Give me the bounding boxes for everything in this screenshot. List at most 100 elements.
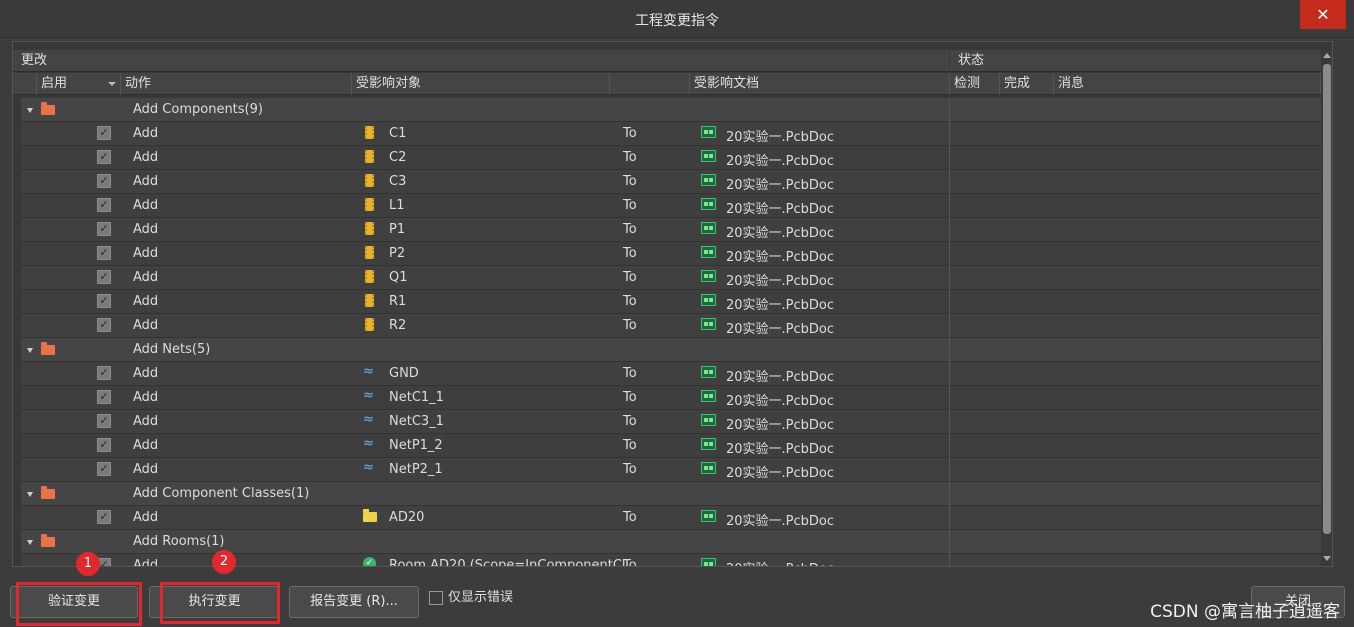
group-row-components[interactable]: Add Components(9) xyxy=(21,98,1321,122)
object-cell: C2 xyxy=(389,150,407,165)
dialog-footer: 验证变更 1 执行变更 2 报告变更 (R)... 仅显示错误 关闭 CSDN … xyxy=(0,550,1354,627)
column-header-enable-label: 启用 xyxy=(41,76,68,91)
column-header-action[interactable]: 动作 xyxy=(121,73,352,95)
to-cell: To xyxy=(623,126,637,141)
table-row[interactable]: ✓ Add C2 To 20实验一.PcbDoc xyxy=(21,146,1321,170)
status-cell xyxy=(949,482,1321,506)
table-row[interactable]: ✓ Add C3 To 20实验一.PcbDoc xyxy=(21,170,1321,194)
pcb-document-icon xyxy=(701,558,716,566)
table-row[interactable]: ✓ Add L1 To 20实验一.PcbDoc xyxy=(21,194,1321,218)
enable-checkbox[interactable]: ✓ xyxy=(97,510,111,524)
group-label: Add Nets(5) xyxy=(133,342,211,357)
table-row[interactable]: ✓ Add R2 To 20实验一.PcbDoc xyxy=(21,314,1321,338)
object-cell: P1 xyxy=(389,222,406,237)
object-cell: R2 xyxy=(389,318,407,333)
table-row[interactable]: ✓ Add ≈ NetC1_1 To 20实验一.PcbDoc xyxy=(21,386,1321,410)
table-row[interactable]: ✓ Add P1 To 20实验一.PcbDoc xyxy=(21,218,1321,242)
net-icon: ≈ xyxy=(363,412,374,427)
net-icon: ≈ xyxy=(363,364,374,379)
table-row[interactable]: ✓ Add ≈ NetC3_1 To 20实验一.PcbDoc xyxy=(21,410,1321,434)
to-cell: To xyxy=(623,438,637,453)
enable-checkbox[interactable]: ✓ xyxy=(97,222,111,236)
action-cell: Add xyxy=(133,318,159,333)
report-changes-button[interactable]: 报告变更 (R)... xyxy=(289,586,419,618)
scrollbar-thumb[interactable] xyxy=(1323,64,1331,534)
enable-checkbox[interactable]: ✓ xyxy=(97,174,111,188)
group-row-component-classes[interactable]: Add Component Classes(1) xyxy=(21,482,1321,506)
status-cell xyxy=(949,362,1321,386)
status-cell xyxy=(949,386,1321,410)
column-header-enable[interactable]: 启用 xyxy=(37,73,121,95)
document-cell: 20实验一.PcbDoc xyxy=(726,322,835,337)
column-header-check[interactable]: 检测 xyxy=(950,73,1000,95)
object-cell: AD20 xyxy=(389,510,425,525)
table-row[interactable]: ✓ Add ≈ NetP1_2 To 20实验一.PcbDoc xyxy=(21,434,1321,458)
checkbox-box[interactable] xyxy=(429,591,443,605)
action-cell: Add xyxy=(133,558,159,567)
document-cell: 20实验一.PcbDoc xyxy=(726,394,835,409)
table-row[interactable]: ✓ Add P2 To 20实验一.PcbDoc xyxy=(21,242,1321,266)
enable-checkbox[interactable]: ✓ xyxy=(97,150,111,164)
collapse-arrow-icon[interactable] xyxy=(27,348,33,353)
enable-checkbox[interactable]: ✓ xyxy=(97,198,111,212)
net-icon: ≈ xyxy=(363,460,374,475)
column-header-affected-document[interactable]: 受影响文档 xyxy=(690,73,950,95)
object-cell: C3 xyxy=(389,174,407,189)
to-cell: To xyxy=(623,390,637,405)
column-header-done[interactable]: 完成 xyxy=(1000,73,1054,95)
table-row[interactable]: ✓ Add AD20 To 20实验一.PcbDoc xyxy=(21,506,1321,530)
table-row[interactable]: ✓ Add R1 To 20实验一.PcbDoc xyxy=(21,290,1321,314)
table-row[interactable]: ✓ Add ≈ GND To 20实验一.PcbDoc xyxy=(21,362,1321,386)
highlight-box-execute xyxy=(160,582,280,624)
pcb-document-icon xyxy=(701,294,716,306)
collapse-arrow-icon[interactable] xyxy=(27,492,33,497)
component-icon xyxy=(363,293,379,309)
enable-checkbox[interactable]: ✓ xyxy=(97,462,111,476)
status-cell xyxy=(949,290,1321,314)
action-cell: Add xyxy=(133,510,159,525)
column-header-affected-object[interactable]: 受影响对象 xyxy=(352,73,610,95)
to-cell: To xyxy=(623,174,637,189)
pcb-document-icon xyxy=(701,126,716,138)
group-header-status: 状态 xyxy=(950,50,1321,72)
column-header-message[interactable]: 消息 xyxy=(1054,73,1321,95)
table-row[interactable]: ✓ Add C1 To 20实验一.PcbDoc xyxy=(21,122,1321,146)
table-row[interactable]: ✓ Add ≈ NetP2_1 To 20实验一.PcbDoc xyxy=(21,458,1321,482)
pcb-document-icon xyxy=(701,222,716,234)
close-window-button[interactable]: ✕ xyxy=(1300,0,1346,29)
step-badge-2: 2 xyxy=(212,550,236,574)
enable-checkbox[interactable]: ✓ xyxy=(97,126,111,140)
component-icon xyxy=(363,221,379,237)
status-cell xyxy=(949,458,1321,482)
scroll-up-arrow-icon[interactable] xyxy=(1323,53,1331,58)
collapse-arrow-icon[interactable] xyxy=(27,108,33,113)
group-row-nets[interactable]: Add Nets(5) xyxy=(21,338,1321,362)
enable-checkbox[interactable]: ✓ xyxy=(97,438,111,452)
enable-checkbox[interactable]: ✓ xyxy=(97,318,111,332)
column-header-expander xyxy=(13,73,37,95)
status-cell xyxy=(949,506,1321,530)
document-cell: 20实验一.PcbDoc xyxy=(726,178,835,193)
to-cell: To xyxy=(623,366,637,381)
scroll-down-arrow-icon[interactable] xyxy=(1323,556,1331,561)
enable-checkbox[interactable]: ✓ xyxy=(97,390,111,404)
enable-checkbox[interactable]: ✓ xyxy=(97,294,111,308)
highlight-box-validate xyxy=(16,582,142,626)
enable-checkbox[interactable]: ✓ xyxy=(97,366,111,380)
vertical-scrollbar[interactable] xyxy=(1322,50,1332,564)
enable-checkbox[interactable]: ✓ xyxy=(97,270,111,284)
sort-dropdown-icon[interactable] xyxy=(108,82,116,86)
to-cell: To xyxy=(623,270,637,285)
status-cell xyxy=(949,242,1321,266)
group-row-rooms[interactable]: Add Rooms(1) xyxy=(21,530,1321,554)
enable-checkbox[interactable]: ✓ xyxy=(97,246,111,260)
component-icon xyxy=(363,197,379,213)
status-cell xyxy=(949,122,1321,146)
document-cell: 20实验一.PcbDoc xyxy=(726,370,835,385)
table-row[interactable]: ✓ Add Q1 To 20实验一.PcbDoc xyxy=(21,266,1321,290)
status-cell xyxy=(949,98,1321,122)
enable-checkbox[interactable]: ✓ xyxy=(97,414,111,428)
folder-icon xyxy=(41,102,55,115)
collapse-arrow-icon[interactable] xyxy=(27,540,33,545)
action-cell: Add xyxy=(133,438,159,453)
